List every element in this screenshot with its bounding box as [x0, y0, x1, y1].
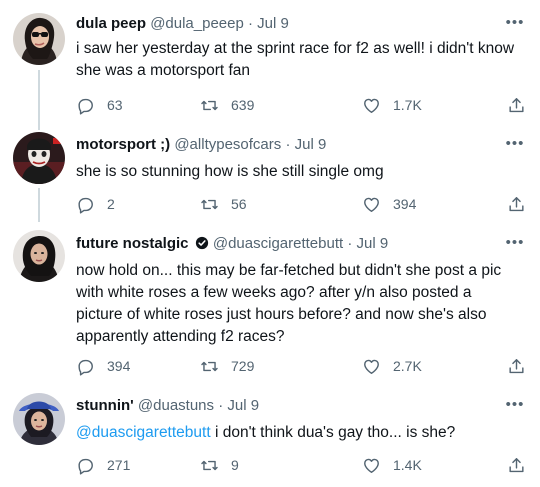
share-icon	[509, 457, 524, 472]
verified-icon	[195, 236, 208, 250]
retweet-icon	[201, 460, 218, 470]
user-handle[interactable]: @dula_peeep	[150, 15, 244, 32]
retweet-count: 639	[231, 97, 255, 113]
tweet-date[interactable]: Jul 9	[357, 235, 389, 252]
reply-button[interactable]: 2	[76, 192, 115, 216]
retweet-icon	[201, 361, 218, 371]
reply-count: 2	[107, 196, 115, 212]
reply-icon	[78, 458, 93, 475]
tweet-date[interactable]: Jul 9	[227, 397, 259, 414]
like-icon	[364, 98, 379, 113]
display-name[interactable]: motorsport ;)	[76, 136, 170, 153]
reply-icon	[78, 98, 93, 115]
tweet-date[interactable]: Jul 9	[257, 15, 289, 32]
user-handle[interactable]: @duastuns	[138, 397, 214, 414]
separator: ·	[285, 136, 291, 153]
tweet-3[interactable]: future nostalgic @duascigarettebutt · Ju…	[0, 222, 540, 384]
tweet-header: future nostalgic @duascigarettebutt · Ju…	[76, 234, 500, 254]
tweet-1[interactable]: dula peep @dula_peeep · Jul 9 ••• i saw …	[0, 0, 540, 122]
like-count: 1.7K	[393, 97, 422, 113]
reply-count: 63	[107, 97, 123, 113]
reply-count: 271	[107, 457, 131, 473]
more-icon[interactable]: •••	[504, 15, 526, 36]
retweet-icon	[201, 199, 218, 209]
tweet-header: dula peep @dula_peeep · Jul 9	[76, 14, 500, 34]
retweet-count: 729	[231, 358, 255, 374]
retweet-button[interactable]: 56	[200, 192, 247, 216]
retweet-count: 56	[231, 196, 247, 212]
like-icon	[364, 359, 379, 374]
like-icon	[364, 197, 379, 212]
like-button[interactable]: 394	[362, 192, 416, 216]
retweet-icon	[201, 100, 218, 110]
display-name[interactable]: future nostalgic	[76, 235, 189, 252]
share-icon	[509, 196, 524, 211]
like-icon	[364, 458, 379, 473]
user-handle[interactable]: @duascigarettebutt	[213, 235, 343, 252]
separator: ·	[248, 15, 253, 32]
reply-icon	[78, 359, 93, 376]
thread-line	[38, 122, 40, 130]
separator: ·	[347, 235, 353, 252]
retweet-button[interactable]: 729	[200, 354, 254, 378]
tweet-actions: 394 729 2.7K	[76, 354, 526, 378]
avatar[interactable]	[13, 393, 65, 445]
like-count: 394	[393, 196, 417, 212]
tweet-text: i saw her yesterday at the sprint race f…	[76, 40, 515, 79]
tweet-actions: 63 639 1.7K	[76, 93, 526, 117]
more-icon[interactable]: •••	[504, 235, 526, 256]
thread-line	[38, 70, 40, 122]
retweet-button[interactable]: 639	[200, 93, 254, 117]
user-handle[interactable]: @alltypesofcars	[174, 136, 281, 153]
tweet-text: i don't think dua's gay tho... is she?	[210, 424, 456, 441]
like-button[interactable]: 1.7K	[362, 93, 422, 117]
more-icon[interactable]: •••	[504, 136, 526, 157]
avatar[interactable]	[13, 132, 65, 184]
tweet-header: stunnin' @duastuns · Jul 9	[76, 396, 500, 416]
tweet-date[interactable]: Jul 9	[295, 136, 327, 153]
share-button[interactable]	[507, 453, 526, 477]
tweet-header: motorsport ;) @alltypesofcars · Jul 9	[76, 135, 500, 155]
retweet-count: 9	[231, 457, 239, 473]
more-icon[interactable]: •••	[504, 397, 526, 418]
share-icon	[509, 97, 524, 112]
tweet-thread: dula peep @dula_peeep · Jul 9 ••• i saw …	[0, 0, 540, 487]
like-button[interactable]: 1.4K	[362, 453, 422, 477]
display-name[interactable]: stunnin'	[76, 397, 134, 414]
share-button[interactable]	[507, 93, 526, 117]
reply-button[interactable]: 271	[76, 453, 130, 477]
display-name[interactable]: dula peep	[76, 15, 146, 32]
thread-line	[38, 188, 40, 222]
like-button[interactable]: 2.7K	[362, 354, 422, 378]
mention-link[interactable]: @duascigarettebutt	[76, 424, 211, 441]
reply-icon	[78, 197, 93, 214]
avatar[interactable]	[13, 13, 65, 65]
tweet-2[interactable]: motorsport ;) @alltypesofcars · Jul 9 ••…	[0, 122, 540, 222]
share-button[interactable]	[507, 354, 526, 378]
retweet-button[interactable]: 9	[200, 453, 239, 477]
reply-button[interactable]: 394	[76, 354, 130, 378]
separator: ·	[218, 397, 224, 414]
like-count: 2.7K	[393, 358, 422, 374]
reply-button[interactable]: 63	[76, 93, 123, 117]
reply-count: 394	[107, 358, 131, 374]
tweet-text: she is so stunning how is she still sing…	[76, 163, 384, 180]
tweet-actions: 2 56 394	[76, 192, 526, 216]
tweet-text-container: @duascigarettebutt i don't think dua's g…	[76, 422, 520, 444]
tweet-actions: 271 9 1.4K	[76, 453, 526, 477]
avatar[interactable]	[13, 230, 65, 282]
like-count: 1.4K	[393, 457, 422, 473]
tweet-text: now hold on... this may be far-fetched b…	[76, 262, 502, 345]
share-button[interactable]	[507, 192, 526, 216]
tweet-4[interactable]: stunnin' @duastuns · Jul 9 ••• @duasciga…	[0, 384, 540, 487]
share-icon	[509, 358, 524, 373]
